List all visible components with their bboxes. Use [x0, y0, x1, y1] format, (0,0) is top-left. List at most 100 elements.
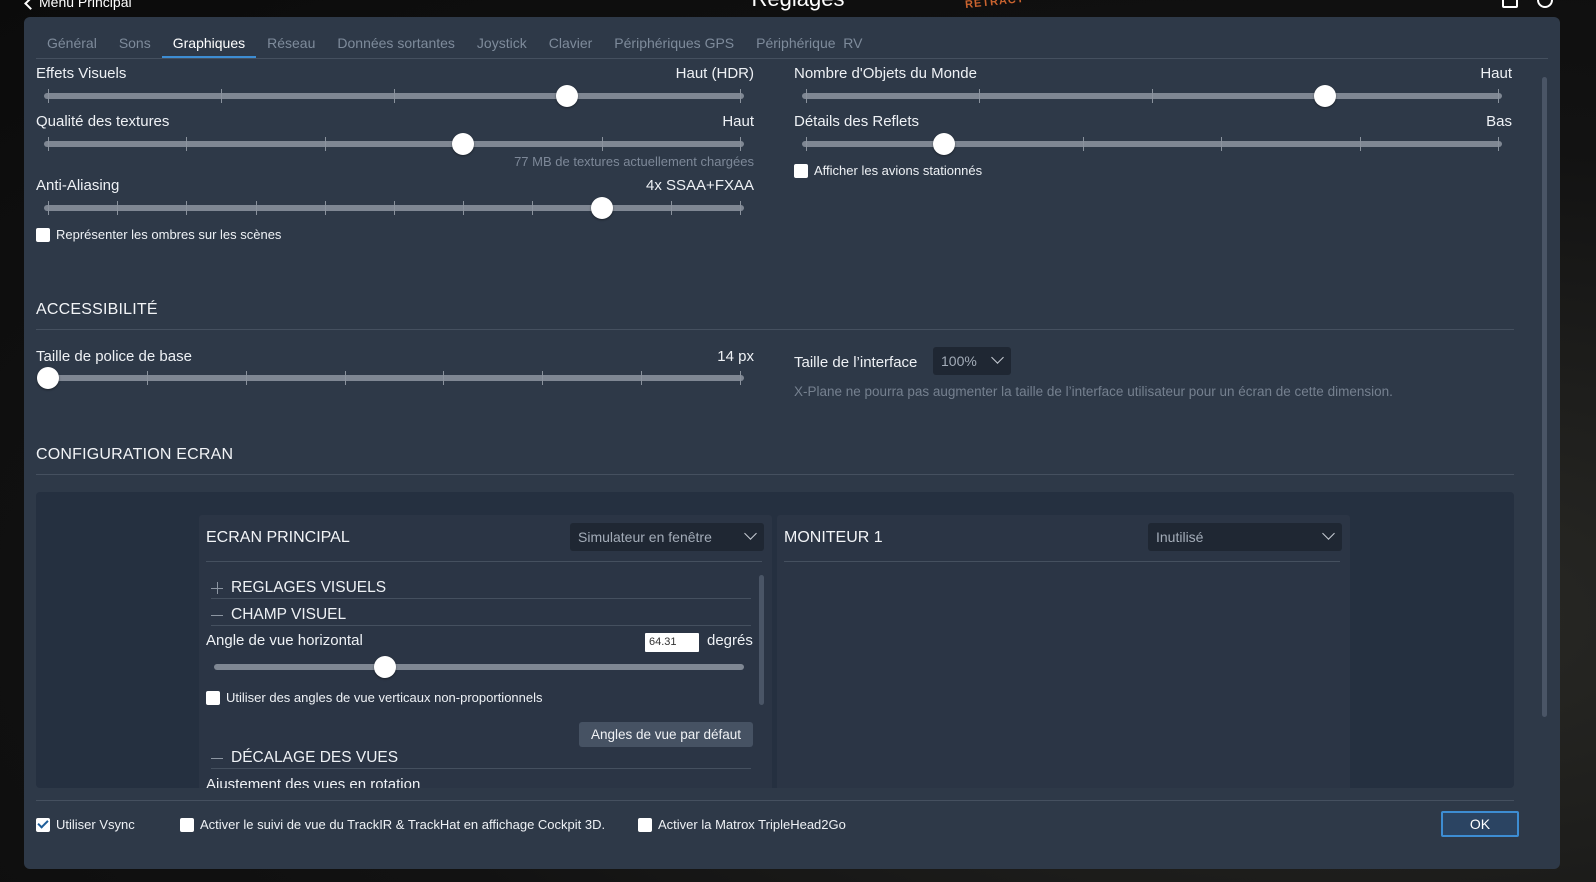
slider-tick	[740, 201, 741, 215]
parked-planes-checkbox-box[interactable]	[794, 163, 808, 178]
slider-tick	[345, 371, 346, 385]
screen-config-area: ECRAN PRINCIPAL Simulateur en fenêtre RE…	[36, 492, 1514, 788]
default-view-angles-button[interactable]: Angles de vue par défaut	[579, 722, 753, 747]
texture-quality-slider[interactable]	[44, 133, 744, 155]
slider-track[interactable]	[44, 375, 744, 381]
matrox-checkbox[interactable]: Activer la Matrox TripleHead2Go	[638, 817, 846, 832]
slider-tick	[186, 137, 187, 151]
slider-tick	[1083, 137, 1084, 151]
shadows-checkbox-label: Représenter les ombres sur les scènes	[56, 227, 282, 242]
slider-thumb[interactable]	[374, 656, 396, 678]
slider-tick	[979, 89, 980, 103]
non-proportional-checkbox-label: Utiliser des angles de vue verticaux non…	[226, 690, 543, 705]
slider-thumb[interactable]	[452, 133, 474, 155]
anti-aliasing-value: 4x SSAA+FXAA	[646, 177, 754, 194]
slider-thumb[interactable]	[1314, 85, 1336, 107]
monitor-1-divider	[784, 561, 1340, 562]
non-proportional-checkbox-box[interactable]	[206, 690, 220, 705]
main-screen-mode-selected: Simulateur en fenêtre	[578, 529, 712, 545]
slider-tick	[740, 371, 741, 385]
field-of-view-label: CHAMP VISUEL	[231, 606, 347, 623]
vsync-checkbox[interactable]: Utiliser Vsync	[36, 817, 135, 832]
trackir-checkbox[interactable]: Activer le suivi de vue du TrackIR & Tra…	[180, 817, 605, 832]
parked-planes-checkbox-label: Afficher les avions stationnés	[814, 163, 983, 178]
accessibility-section-title: ACCESSIBILITÉ	[36, 301, 158, 318]
visual-settings-expander[interactable]: REGLAGES VISUELS	[211, 579, 386, 597]
slider-tick	[806, 89, 807, 103]
font-size-slider[interactable]	[37, 367, 744, 389]
slider-track[interactable]	[44, 141, 744, 147]
tab-donnees-sortantes[interactable]: Données sortantes	[326, 31, 466, 59]
slider-thumb[interactable]	[591, 197, 613, 219]
main-screen-divider	[206, 561, 762, 562]
horizontal-angle-input[interactable]: 64.31	[645, 633, 699, 652]
window-title: Réglages	[0, 0, 1596, 12]
tab-peripheriques-gps[interactable]: Périphériques GPS	[603, 31, 745, 59]
monitor-1-mode-selected: Inutilisé	[1156, 529, 1204, 545]
slider-track[interactable]	[802, 141, 1502, 147]
trackir-checkbox-label: Activer le suivi de vue du TrackIR & Tra…	[200, 817, 606, 832]
slider-thumb[interactable]	[933, 133, 955, 155]
slider-tick	[186, 201, 187, 215]
slider-track[interactable]	[214, 664, 744, 670]
tab-sons[interactable]: Sons	[108, 31, 162, 59]
slider-tick	[532, 201, 533, 215]
tab-divider	[36, 58, 1548, 59]
tab-joystick[interactable]: Joystick	[466, 31, 538, 59]
footer-divider	[36, 800, 1514, 801]
settings-scrollbar[interactable]	[1542, 77, 1547, 717]
reflection-detail-label: Détails des Reflets	[794, 113, 920, 130]
ui-size-label: Taille de l’interface	[794, 354, 918, 371]
main-screen-mode-dropdown[interactable]: Simulateur en fenêtre	[570, 523, 764, 551]
vsync-checkbox-box[interactable]	[36, 817, 50, 832]
screen-config-section-title: CONFIGURATION ECRAN	[36, 446, 234, 463]
horizontal-angle-label: Angle de vue horizontal	[206, 632, 363, 649]
slider-tick	[48, 137, 49, 151]
horizontal-angle-slider[interactable]	[214, 656, 744, 678]
tab-clavier[interactable]: Clavier	[538, 31, 604, 59]
top-bar: Menu Principal RETRACT Réglages	[0, 0, 1596, 16]
anti-aliasing-slider[interactable]	[44, 197, 744, 219]
slider-tick	[542, 371, 543, 385]
view-offset-expander[interactable]: DÉCALAGE DES VUES	[211, 749, 398, 767]
parked-planes-checkbox[interactable]: Afficher les avions stationnés	[794, 163, 982, 178]
field-of-view-expander[interactable]: CHAMP VISUEL	[211, 606, 346, 624]
slider-thumb[interactable]	[37, 367, 59, 389]
tab-reseau[interactable]: Réseau	[256, 31, 326, 59]
visual-settings-label: REGLAGES VISUELS	[231, 579, 387, 596]
slider-tick	[443, 371, 444, 385]
slider-tick	[256, 201, 257, 215]
world-objects-slider[interactable]	[802, 85, 1502, 107]
slider-tick	[806, 137, 807, 151]
shadows-checkbox[interactable]: Représenter les ombres sur les scènes	[36, 227, 281, 242]
chevron-down-icon	[1322, 527, 1335, 540]
trackir-checkbox-box[interactable]	[180, 817, 194, 832]
minus-icon	[211, 609, 223, 621]
main-screen-scrollbar[interactable]	[759, 575, 764, 705]
slider-thumb[interactable]	[556, 85, 578, 107]
slider-tick	[325, 137, 326, 151]
texture-quality-label: Qualité des textures	[36, 113, 170, 130]
plus-icon	[211, 582, 223, 594]
tab-peripherique-rv[interactable]: Périphérique RV	[745, 31, 873, 59]
tab-graphiques[interactable]: Graphiques	[161, 31, 257, 59]
ok-button[interactable]: OK	[1441, 811, 1519, 837]
reflection-detail-slider[interactable]	[802, 133, 1502, 155]
shadows-checkbox-box[interactable]	[36, 227, 50, 242]
minus-icon	[211, 752, 223, 764]
non-proportional-angles-checkbox[interactable]: Utiliser des angles de vue verticaux non…	[206, 690, 543, 705]
slider-tick	[147, 371, 148, 385]
ui-size-dropdown[interactable]: 100%	[933, 347, 1011, 375]
matrox-checkbox-label: Activer la Matrox TripleHead2Go	[658, 817, 846, 832]
visual-effects-value: Haut (HDR)	[675, 65, 754, 82]
slider-tick	[1498, 89, 1499, 103]
font-size-value: 14 px	[717, 348, 754, 365]
visual-effects-slider[interactable]	[44, 85, 744, 107]
monitor-1-mode-dropdown[interactable]: Inutilisé	[1148, 523, 1342, 551]
slider-tick	[1360, 137, 1361, 151]
slider-tick	[641, 371, 642, 385]
window-resize-icon[interactable]	[1502, 0, 1518, 8]
slider-tick	[740, 89, 741, 103]
tab-general[interactable]: Général	[36, 31, 108, 59]
matrox-checkbox-box[interactable]	[638, 817, 652, 832]
